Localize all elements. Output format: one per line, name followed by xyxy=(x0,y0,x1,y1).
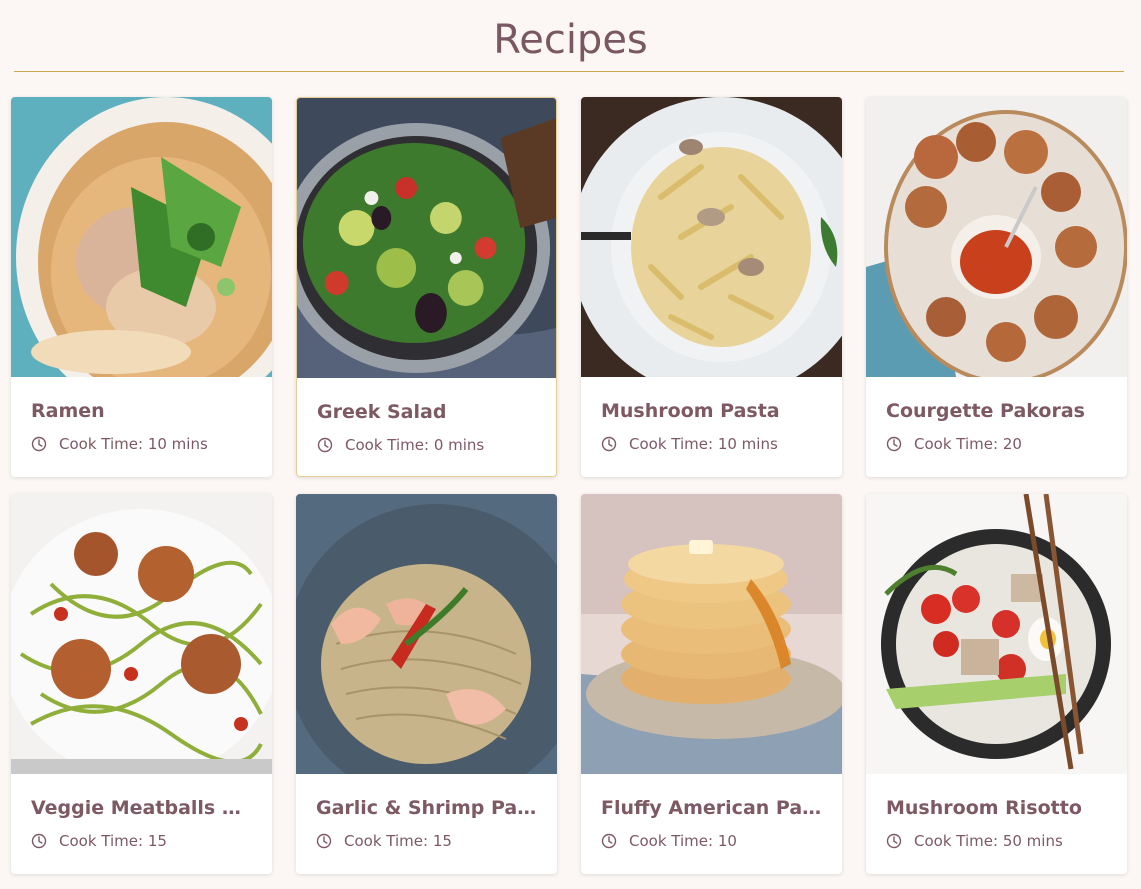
recipe-card[interactable]: Ramen Cook Time: 10 mins xyxy=(11,97,272,477)
recipe-title: Fluffy American Pan... xyxy=(601,797,822,819)
recipe-title: Greek Salad xyxy=(317,401,447,423)
recipe-title: Courgette Pakoras xyxy=(886,400,1085,422)
cook-time-label: Cook Time: xyxy=(914,435,999,453)
recipe-title: Veggie Meatballs wi... xyxy=(31,797,252,819)
page-title: Recipes xyxy=(493,17,648,63)
ramen-image xyxy=(11,97,272,377)
recipe-card[interactable]: Veggie Meatballs wi... Cook Time: 15 xyxy=(11,494,272,874)
recipe-card[interactable]: Courgette Pakoras Cook Time: 20 xyxy=(866,97,1127,477)
cook-time: Cook Time: 10 mins xyxy=(601,435,822,453)
cook-time-label: Cook Time: xyxy=(629,832,714,850)
cook-time: Cook Time: 10 mins xyxy=(31,435,252,453)
title-divider xyxy=(14,71,1124,72)
recipe-card[interactable]: Garlic & Shrimp Pasta Cook Time: 15 xyxy=(296,494,557,874)
greek-salad-image xyxy=(297,98,556,378)
clock-icon xyxy=(886,436,902,452)
cook-time-label: Cook Time: xyxy=(914,832,999,850)
cook-time-label: Cook Time: xyxy=(345,436,430,454)
courgette-pakoras-image xyxy=(866,97,1127,377)
cook-time: Cook Time: 15 xyxy=(31,832,252,850)
cook-time-value: 10 mins xyxy=(717,435,778,453)
clock-icon xyxy=(31,833,47,849)
cook-time: Cook Time: 15 xyxy=(316,832,537,850)
recipe-grid: Ramen Cook Time: 10 mins Greek Salad Coo… xyxy=(11,97,1127,874)
clock-icon xyxy=(317,437,333,453)
clock-icon xyxy=(31,436,47,452)
recipe-title: Mushroom Pasta xyxy=(601,400,780,422)
cook-time-value: 20 xyxy=(1002,435,1022,453)
veggie-meatballs-image xyxy=(11,494,272,774)
cook-time-value: 10 xyxy=(717,832,737,850)
cook-time-value: 0 mins xyxy=(433,436,485,454)
mushroom-risotto-image xyxy=(866,494,1127,774)
cook-time: Cook Time: 10 xyxy=(601,832,822,850)
pancakes-image xyxy=(581,494,842,774)
clock-icon xyxy=(601,833,617,849)
cook-time: Cook Time: 50 mins xyxy=(886,832,1107,850)
cook-time: Cook Time: 20 xyxy=(886,435,1107,453)
cook-time-label: Cook Time: xyxy=(629,435,714,453)
mushroom-pasta-image xyxy=(581,97,842,377)
recipe-title: Ramen xyxy=(31,400,105,422)
recipe-title: Mushroom Risotto xyxy=(886,797,1082,819)
recipe-card[interactable]: Fluffy American Pan... Cook Time: 10 xyxy=(581,494,842,874)
cook-time-value: 50 mins xyxy=(1002,832,1063,850)
recipe-card[interactable]: Mushroom Pasta Cook Time: 10 mins xyxy=(581,97,842,477)
cook-time-value: 15 xyxy=(147,832,167,850)
clock-icon xyxy=(886,833,902,849)
garlic-shrimp-pasta-image xyxy=(296,494,557,774)
recipe-title: Garlic & Shrimp Pasta xyxy=(316,797,537,819)
recipe-card[interactable]: Greek Salad Cook Time: 0 mins xyxy=(296,97,557,477)
cook-time-label: Cook Time: xyxy=(344,832,429,850)
clock-icon xyxy=(316,833,332,849)
cook-time-value: 15 xyxy=(432,832,452,850)
recipe-card[interactable]: Mushroom Risotto Cook Time: 50 mins xyxy=(866,494,1127,874)
cook-time-value: 10 mins xyxy=(147,435,208,453)
clock-icon xyxy=(601,436,617,452)
cook-time: Cook Time: 0 mins xyxy=(317,436,536,454)
cook-time-label: Cook Time: xyxy=(59,832,144,850)
cook-time-label: Cook Time: xyxy=(59,435,144,453)
